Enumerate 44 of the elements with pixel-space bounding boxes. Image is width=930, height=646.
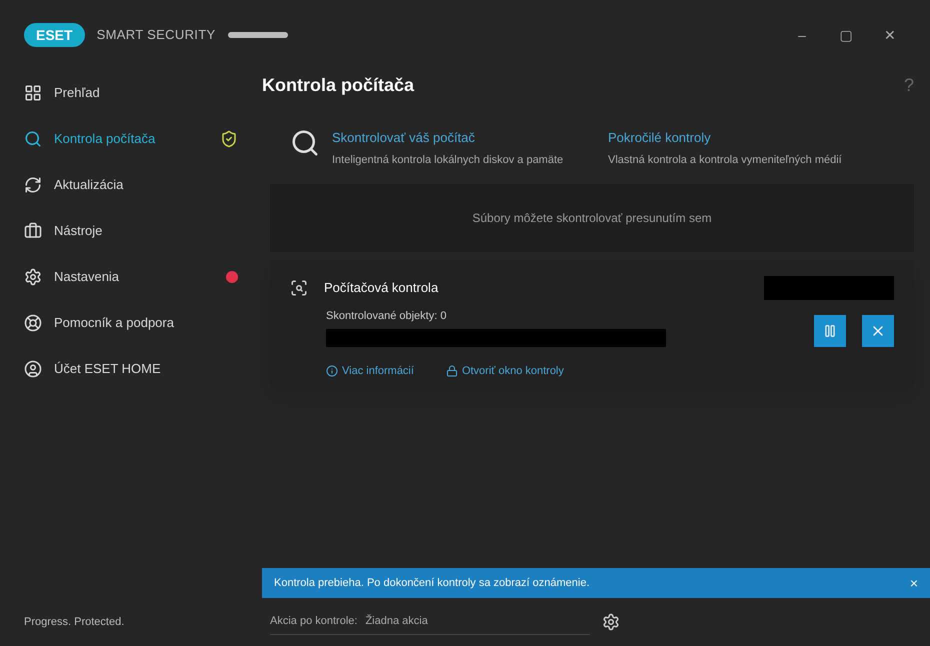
- sidebar-item[interactable]: Účet ESET HOME: [0, 346, 262, 392]
- after-scan-dropdown[interactable]: Akcia po kontrole: Žiadna akcia: [270, 609, 590, 635]
- sidebar-item[interactable]: Nastavenia: [0, 254, 262, 300]
- action-description: Inteligentná kontrola lokálnych diskov a pamäte: [332, 152, 564, 168]
- nav-icon: [24, 84, 42, 102]
- scan-link[interactable]: Viac informácií: [342, 362, 414, 379]
- sidebar-item[interactable]: Prehľad: [0, 70, 262, 116]
- search-icon: [290, 128, 320, 158]
- pause-icon: [823, 324, 837, 338]
- action-link[interactable]: Pokročilé kontroly: [608, 128, 842, 148]
- scan-title: Počítačová kontrola: [324, 279, 440, 298]
- shield-icon: [220, 130, 238, 148]
- scan-link[interactable]: Otvoriť okno kontroly: [462, 362, 564, 379]
- sidebar-item[interactable]: Pomocník a podpora: [0, 300, 262, 346]
- slogan: Progress. Protected.: [23, 614, 126, 630]
- settings-icon[interactable]: [602, 613, 620, 631]
- lock-icon: [446, 364, 458, 377]
- sidebar-item[interactable]: Aktualizácia: [0, 162, 262, 208]
- scan-icon: [290, 279, 308, 297]
- nav-icon: [24, 222, 42, 240]
- edition-bar: [228, 32, 288, 38]
- sidebar-item[interactable]: Kontrola počítača: [0, 116, 262, 162]
- close-button[interactable]: ×: [910, 573, 918, 593]
- progress-label: Skontrolované objekty: 0: [326, 309, 448, 324]
- window-control[interactable]: ✕: [874, 19, 906, 51]
- action-description: Vlastná kontrola a kontrola vymeniteľných médií: [608, 152, 842, 168]
- nav-icon: [24, 130, 42, 148]
- info-icon: [326, 364, 338, 377]
- window-control[interactable]: –: [786, 19, 818, 51]
- banner-text: Kontrola prebieha. Po dokončení kontroly sa zobrazí oznámenie.: [274, 576, 591, 591]
- sidebar-item[interactable]: Nástroje: [0, 208, 262, 254]
- window-title: SMART SECURITY: [96, 26, 216, 44]
- nav-icon: [24, 268, 42, 286]
- logo: ESET: [24, 23, 85, 47]
- pause-button[interactable]: [814, 314, 846, 346]
- drop-zone[interactable]: Súbory môžete skontrolovať presunutím sem: [270, 184, 914, 252]
- window-control[interactable]: ▢: [830, 19, 862, 51]
- page-title: Kontrola počítača: [262, 74, 416, 97]
- stop-button[interactable]: [862, 314, 894, 346]
- nav-icon: [24, 360, 42, 378]
- action-link[interactable]: Skontrolovať váš počítač: [332, 128, 564, 148]
- nav-icon: [24, 314, 42, 332]
- nav-icon: [24, 176, 42, 194]
- drop-zone-text: Súbory môžete skontrolovať presunutím sem: [472, 210, 712, 227]
